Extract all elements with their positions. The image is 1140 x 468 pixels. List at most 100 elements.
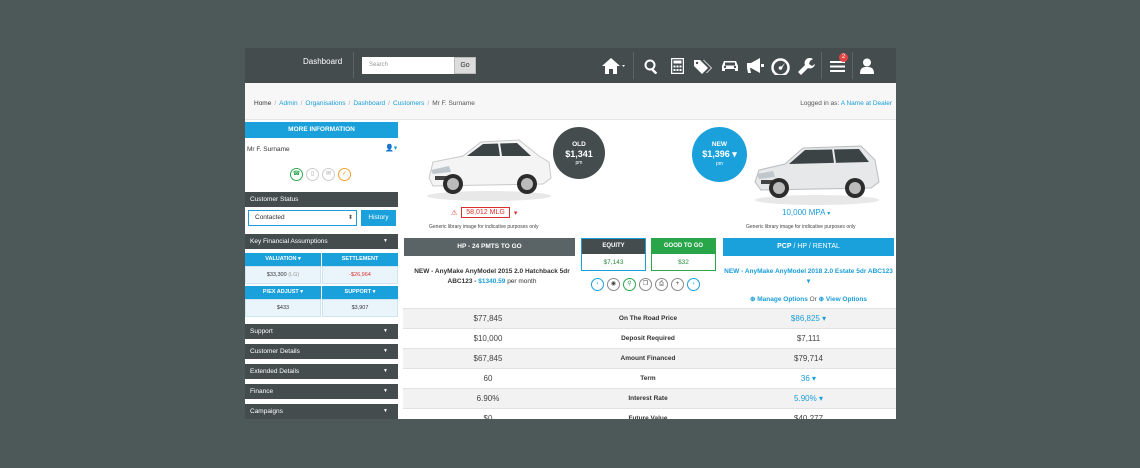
equity-box: EQUITY $7,143 <box>581 238 646 271</box>
mileage-warning[interactable]: ⚠ 58,012 MLG ▾ <box>451 207 517 218</box>
old-car-description: NEW - AnyMake AnyModel 2015 2.0 Hatchbac… <box>414 268 570 285</box>
key-financial-assumptions-header[interactable]: Key Financial Assumptions ▼ <box>245 234 398 249</box>
tab-pcp[interactable]: PCP <box>777 243 791 250</box>
new-value: $79,714 <box>794 354 823 363</box>
nav-separator <box>353 52 354 78</box>
print-icon[interactable]: ⎙ <box>655 278 668 291</box>
dashboard-gauge-icon[interactable] <box>770 56 790 76</box>
row-label: Amount Financed <box>620 355 676 362</box>
more-information-button[interactable]: MORE INFORMATION <box>245 122 398 138</box>
phone-icon[interactable]: ☎ <box>290 168 303 181</box>
check-icon[interactable]: ✓ <box>338 168 351 181</box>
user-icon[interactable] <box>858 56 876 76</box>
breadcrumb-organisations[interactable]: Organisations <box>305 100 345 107</box>
breadcrumb-customers[interactable]: Customers <box>393 100 424 107</box>
new-value-link[interactable]: 5.90% ▾ <box>723 389 894 408</box>
sidebar-section-extended-details[interactable]: Extended Details ▼ <box>245 364 398 379</box>
new-payment-bubble[interactable]: NEW $1,396 ▾ pm <box>692 127 747 182</box>
new-value-link[interactable]: 36 ▾ <box>723 369 894 388</box>
row-label: Term <box>640 375 656 382</box>
finance-type-tabs[interactable]: PCP / HP / RENTAL <box>723 238 894 256</box>
row-label: Interest Rate <box>628 395 668 402</box>
go-button[interactable]: Go <box>454 57 476 74</box>
sidebar-section-customer-details[interactable]: Customer Details ▼ <box>245 344 398 359</box>
search-input[interactable]: Search <box>362 57 454 74</box>
customer-name: Mr F. Surname <box>247 146 290 153</box>
new-value: $40,277 <box>794 414 823 419</box>
user-dropdown-icon[interactable]: 👤▾ <box>385 144 397 152</box>
sidebar-section-finance[interactable]: Finance ▼ <box>245 384 398 399</box>
action-tools: ‹ ◉ ⚲ ❐ ⎙ + › <box>591 278 700 291</box>
vehicle-comparison: OLD $1,341 pm NEW $1,396 ▾ pm ⚠ 58,012 M… <box>403 122 896 419</box>
manage-options-link[interactable]: ⊕ Manage Options <box>750 296 808 303</box>
new-value: $7,111 <box>796 334 821 343</box>
target-icon[interactable]: ◉ <box>607 278 620 291</box>
customer-sidebar: MORE INFORMATION Mr F. Surname 👤▾ ☎ ▯ ✉ … <box>245 122 399 419</box>
calculator-icon[interactable] <box>668 56 686 76</box>
caret-down-icon: ▼ <box>383 328 388 334</box>
finance-comparison-table: $77,845 On The Road Price $86,825 ▾ $10,… <box>403 308 896 419</box>
car-icon[interactable] <box>719 56 741 76</box>
nav-title[interactable]: Dashboard <box>303 57 342 66</box>
status-select-value: Contacted <box>255 214 285 221</box>
financial-assumptions-grid: VALUATION ▾ SETTLEMENT $33,300 (LG) -$26… <box>245 253 399 317</box>
new-car-image <box>754 145 880 205</box>
customer-status-icons: ☎ ▯ ✉ ✓ <box>290 168 351 181</box>
notification-badge: 2 <box>839 53 848 62</box>
settlement-value: -$26,964 <box>322 266 398 284</box>
mpa-value[interactable]: 10,000 MPA ▾ <box>782 208 830 217</box>
settlement-header: SETTLEMENT <box>322 253 398 266</box>
next-icon[interactable]: › <box>687 278 700 291</box>
old-payment-bubble: OLD $1,341 pm <box>553 127 605 179</box>
valuation-header[interactable]: VALUATION ▾ <box>245 253 321 266</box>
view-options-link[interactable]: ⊕ View Options <box>819 296 867 303</box>
email-icon[interactable]: ✉ <box>322 168 335 181</box>
new-monthly-payment: $1,396 ▾ <box>702 149 737 159</box>
breadcrumb-admin[interactable]: Admin <box>279 100 297 107</box>
link-icon[interactable]: ⚲ <box>623 278 636 291</box>
good-to-go-value: $32 <box>678 259 689 266</box>
caret-down-icon: ▼ <box>383 238 388 244</box>
caret-down-icon: ▼ <box>383 388 388 394</box>
breadcrumb: Home / Admin / Organisations / Dashboard / Custo… <box>254 100 475 107</box>
sidebar-section-campaigns[interactable]: Campaigns ▼ <box>245 404 398 419</box>
new-car-description[interactable]: NEW - AnyMake AnyModel 2018 2.0 Estate 5… <box>723 267 894 287</box>
megaphone-icon[interactable] <box>744 56 766 76</box>
tags-icon[interactable] <box>693 56 713 76</box>
options-links: ⊕ Manage Options Or ⊕ View Options <box>750 296 867 303</box>
history-button[interactable]: History <box>361 210 396 226</box>
tab-hp-rental[interactable]: / HP / RENTAL <box>792 243 839 250</box>
search-icon[interactable] <box>642 56 660 76</box>
app-window: Dashboard Search Go 2 Home / Admin / Org… <box>245 48 896 419</box>
breadcrumb-dashboard[interactable]: Dashboard <box>353 100 385 107</box>
table-row: 60 Term 36 ▾ <box>403 368 896 388</box>
copy-icon[interactable]: ❐ <box>639 278 652 291</box>
home-icon[interactable] <box>600 56 628 76</box>
table-row: $10,000 Deposit Required $7,111 <box>403 328 896 348</box>
old-value: $67,845 <box>473 354 503 363</box>
add-icon[interactable]: + <box>671 278 684 291</box>
mobile-icon[interactable]: ▯ <box>306 168 319 181</box>
old-monthly-payment: $1,341 <box>565 149 593 159</box>
select-arrow-icon: ⬍ <box>347 215 353 221</box>
support-value: $3,907 <box>322 299 398 317</box>
table-row: $77,845 On The Road Price $86,825 ▾ <box>403 308 896 328</box>
old-value: $0 <box>483 414 493 419</box>
logged-in-label: Logged in as: <box>800 100 840 107</box>
logged-in-user-link[interactable]: A Name at Dealer <box>841 100 892 107</box>
breadcrumb-home[interactable]: Home <box>254 100 271 107</box>
prev-icon[interactable]: ‹ <box>591 278 604 291</box>
pex-adjust-header[interactable]: P/EX ADJUST ▾ <box>245 286 321 299</box>
caret-down-icon: ▾ <box>513 209 518 217</box>
wrench-icon[interactable] <box>796 56 816 76</box>
equity-label: EQUITY <box>582 239 645 254</box>
old-label: OLD <box>572 141 586 148</box>
new-value-link[interactable]: $86,825 ▾ <box>723 309 894 328</box>
caret-down-icon: ▼ <box>383 368 388 374</box>
customer-status-select[interactable]: Contacted ⬍ <box>248 210 357 226</box>
breadcrumb-bar: Home / Admin / Organisations / Dashboard / Custo… <box>245 83 896 120</box>
table-row: $67,845 Amount Financed $79,714 <box>403 348 896 368</box>
support-header[interactable]: SUPPORT ▾ <box>322 286 398 299</box>
sidebar-section-support[interactable]: Support ▼ <box>245 324 398 339</box>
mileage-value: 58,012 MLG <box>461 207 510 218</box>
